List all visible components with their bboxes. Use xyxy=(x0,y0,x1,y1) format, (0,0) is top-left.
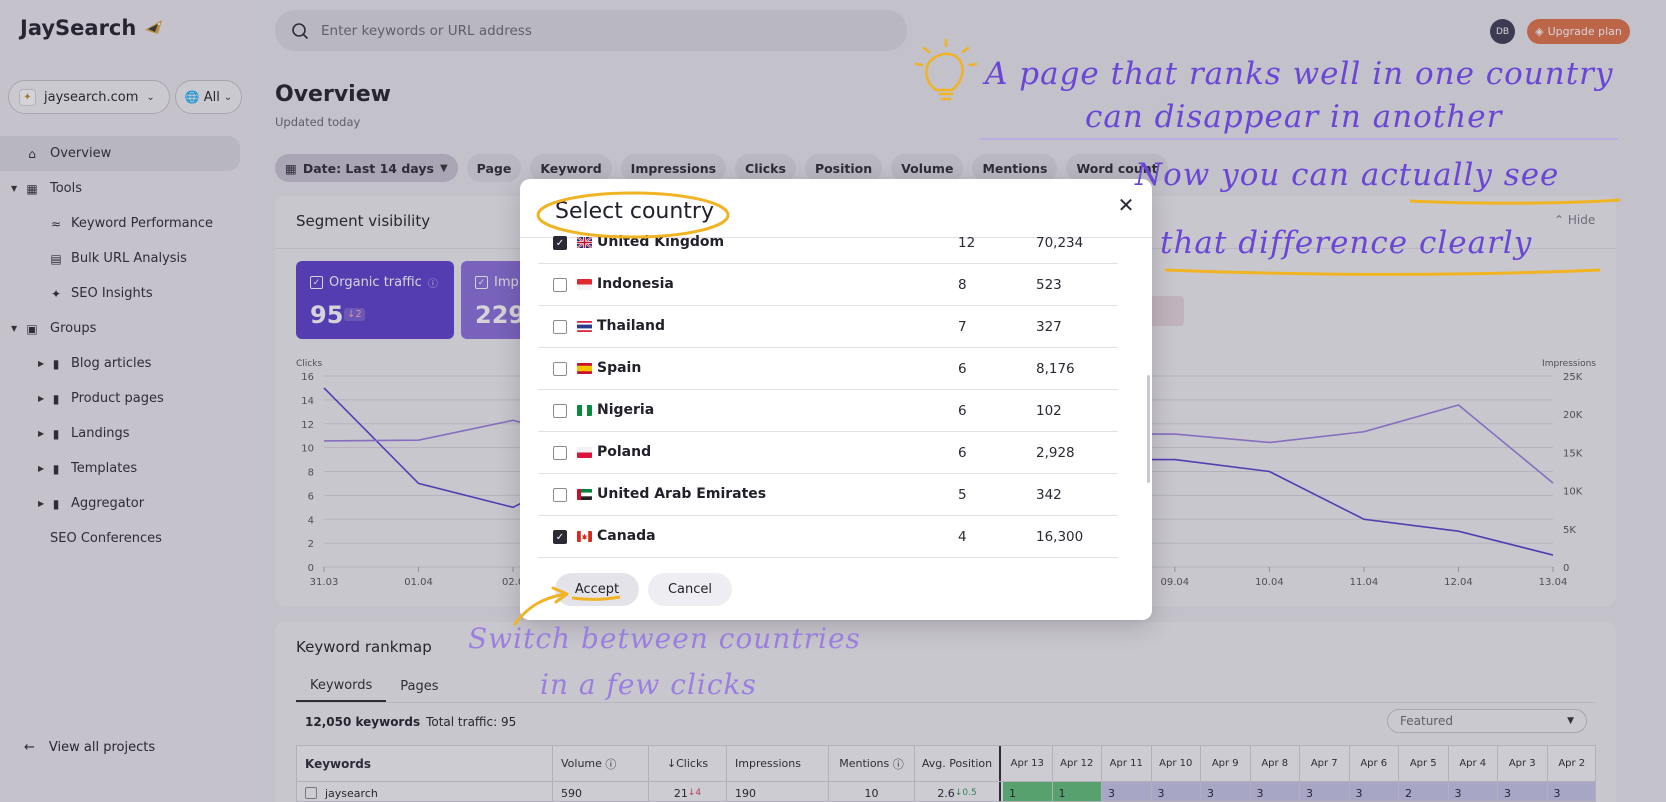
annotation-line-1: A page that ranks well in one country xyxy=(985,56,1614,92)
country-impressions: 523 xyxy=(1036,277,1062,293)
flag-es-icon xyxy=(577,363,592,374)
flag-gb-icon xyxy=(577,237,592,248)
flag-ng-icon xyxy=(577,405,592,416)
annotation-line-2: can disappear in another xyxy=(1085,99,1503,135)
country-row[interactable]: ✓ Canada 4 16,300 xyxy=(538,516,1118,558)
country-clicks: 8 xyxy=(958,277,967,293)
flag-ca-icon xyxy=(577,531,592,542)
close-icon[interactable]: ✕ xyxy=(1114,193,1138,217)
country-row[interactable]: ✓ United Kingdom 12 70,234 xyxy=(538,222,1118,264)
country-name: Nigeria xyxy=(597,402,655,418)
country-impressions: 102 xyxy=(1036,403,1062,419)
accept-button[interactable]: Accept xyxy=(555,573,639,606)
country-clicks: 7 xyxy=(958,319,967,335)
country-checkbox[interactable]: ✓ xyxy=(553,236,567,250)
country-impressions: 342 xyxy=(1036,487,1062,503)
country-row[interactable]: Thailand 7 327 xyxy=(538,306,1118,348)
country-name: Thailand xyxy=(597,318,665,334)
country-checkbox[interactable] xyxy=(553,320,567,334)
country-name: Canada xyxy=(597,528,656,544)
modal-title: Select country xyxy=(555,199,714,224)
country-name: Spain xyxy=(597,360,642,376)
country-clicks: 6 xyxy=(958,403,967,419)
annotation-line-3: Now you can actually see xyxy=(1135,157,1560,193)
country-impressions: 2,928 xyxy=(1036,445,1075,461)
modal-scrollbar[interactable] xyxy=(1147,375,1150,483)
annotation-line-6: in a few clicks xyxy=(540,668,757,701)
country-name: Poland xyxy=(597,444,652,460)
country-impressions: 8,176 xyxy=(1036,361,1075,377)
modal-footer: Accept Cancel xyxy=(520,561,1152,620)
country-row[interactable]: Poland 6 2,928 xyxy=(538,432,1118,474)
country-checkbox[interactable]: ✓ xyxy=(553,530,567,544)
cancel-button[interactable]: Cancel xyxy=(648,573,732,606)
country-clicks: 5 xyxy=(958,487,967,503)
country-clicks: 6 xyxy=(958,445,967,461)
country-impressions: 16,300 xyxy=(1036,529,1084,545)
country-checkbox[interactable] xyxy=(553,446,567,460)
flag-ae-icon xyxy=(577,489,592,500)
country-row[interactable]: Nigeria 6 102 xyxy=(538,390,1118,432)
country-clicks: 6 xyxy=(958,361,967,377)
country-name: United Arab Emirates xyxy=(597,486,767,502)
country-row[interactable]: United Arab Emirates 5 342 xyxy=(538,474,1118,516)
country-row[interactable]: Indonesia 8 523 xyxy=(538,264,1118,306)
country-checkbox[interactable] xyxy=(553,488,567,502)
country-name: Indonesia xyxy=(597,276,674,292)
annotation-line-4: that difference clearly xyxy=(1160,225,1533,261)
annotation-line-5: Switch between countries xyxy=(468,622,861,655)
country-clicks: 4 xyxy=(958,529,967,545)
country-name: United Kingdom xyxy=(597,234,725,250)
country-clicks: 12 xyxy=(958,235,976,251)
country-checkbox[interactable] xyxy=(553,404,567,418)
country-checkbox[interactable] xyxy=(553,362,567,376)
flag-th-icon xyxy=(577,321,592,332)
country-row[interactable]: Spain 6 8,176 xyxy=(538,348,1118,390)
flag-id-icon xyxy=(577,279,592,290)
select-country-modal: Select country ✕ ✓ United Kingdom 12 70,234… xyxy=(520,179,1152,620)
country-impressions: 70,234 xyxy=(1036,235,1084,251)
country-impressions: 327 xyxy=(1036,319,1062,335)
country-checkbox[interactable] xyxy=(553,278,567,292)
flag-pl-icon xyxy=(577,447,592,458)
